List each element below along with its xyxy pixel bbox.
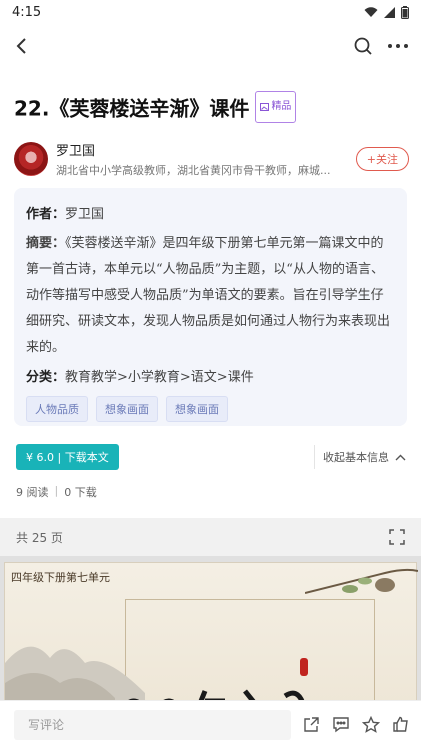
category-label: 分类： xyxy=(26,370,66,385)
collapse-label: 收起基本信息 xyxy=(323,451,389,464)
preview-slide: 四年级下册第七单元 xyxy=(4,562,418,706)
page-title: 22.《芙蓉楼送辛渐》课件 精品 xyxy=(14,91,409,126)
download-count: 0 下载 xyxy=(64,486,97,499)
share-icon[interactable] xyxy=(303,716,320,733)
comment-icon[interactable] xyxy=(332,716,350,733)
back-icon[interactable] xyxy=(12,36,32,56)
summary-text: 《芙蓉楼送辛渐》是四年级下册第七单元第一篇课文中的第一首古诗，本单元以“人物品质… xyxy=(26,236,391,355)
badge-label: 精品 xyxy=(271,101,292,112)
follow-button[interactable]: +关注 xyxy=(355,147,409,171)
document-preview[interactable]: 四年级下册第七单元 xyxy=(0,556,421,706)
bird-branch-illustration xyxy=(305,563,418,623)
tag-item[interactable]: 想象画面 xyxy=(166,396,228,422)
category-line: 分类：教育教学>小学教育>语文>课件 xyxy=(26,365,395,390)
fullscreen-icon[interactable] xyxy=(389,529,405,545)
nav-actions xyxy=(353,36,409,56)
summary-label: 摘要： xyxy=(26,236,66,251)
like-icon[interactable] xyxy=(392,716,409,733)
chevron-up-icon xyxy=(395,454,406,461)
author-info-value: 罗卫国 xyxy=(65,207,105,222)
star-icon[interactable] xyxy=(362,716,380,733)
document-title: 22.《芙蓉楼送辛渐》课件 xyxy=(14,96,250,121)
image-icon xyxy=(260,103,270,111)
tag-item[interactable]: 想象画面 xyxy=(96,396,158,422)
bottom-actions xyxy=(303,716,409,733)
document-stats: 9 阅读 | 0 下载 xyxy=(16,484,97,500)
author-meta: 罗卫国 湖北省中小学高级教师，湖北省黄冈市骨干教师，麻城... xyxy=(56,140,356,178)
status-time: 4:15 xyxy=(12,4,42,20)
comment-bar: 写评论 xyxy=(0,700,421,748)
author-name[interactable]: 罗卫国 xyxy=(56,140,356,159)
summary-block: 摘要：《芙蓉楼送辛渐》是四年级下册第七单元第一篇课文中的第一首古诗，本单元以“人… xyxy=(26,231,395,361)
author-info-label: 作者： xyxy=(26,207,66,222)
status-bar: 4:15 xyxy=(0,0,421,24)
battery-icon xyxy=(401,5,409,19)
search-icon[interactable] xyxy=(353,36,373,56)
status-icons xyxy=(364,5,409,19)
author-info-line: 作者：罗卫国 xyxy=(26,202,395,227)
signal-icon xyxy=(384,6,395,18)
author-row: 罗卫国 湖北省中小学高级教师，湖北省黄冈市骨干教师，麻城... +关注 xyxy=(14,140,409,178)
premium-badge: 精品 xyxy=(255,91,297,123)
read-count: 9 阅读 xyxy=(16,486,49,499)
preview-header: 共 25 页 xyxy=(0,518,421,556)
tag-list: 人物品质 想象画面 想象画面 xyxy=(26,396,395,422)
page-count: 共 25 页 xyxy=(16,530,63,545)
slide-label: 四年级下册第七单元 xyxy=(11,571,110,584)
avatar[interactable] xyxy=(14,142,48,176)
top-nav-bar xyxy=(0,26,421,66)
more-icon[interactable] xyxy=(387,43,409,49)
red-seal xyxy=(300,658,308,676)
stats-divider: | xyxy=(54,484,59,497)
comment-input[interactable]: 写评论 xyxy=(14,709,291,740)
author-description: 湖北省中小学高级教师，湖北省黄冈市骨干教师，麻城... xyxy=(56,164,331,177)
download-button[interactable]: ¥ 6.0 | 下载本文 xyxy=(16,444,119,470)
category-value: 教育教学>小学教育>语文>课件 xyxy=(65,370,254,385)
action-row: ¥ 6.0 | 下载本文 收起基本信息 xyxy=(16,444,406,470)
collapse-info-button[interactable]: 收起基本信息 xyxy=(314,445,406,469)
document-info-card: 作者：罗卫国 摘要：《芙蓉楼送辛渐》是四年级下册第七单元第一篇课文中的第一首古诗… xyxy=(14,188,407,426)
wifi-icon xyxy=(364,6,378,18)
tag-item[interactable]: 人物品质 xyxy=(26,396,88,422)
